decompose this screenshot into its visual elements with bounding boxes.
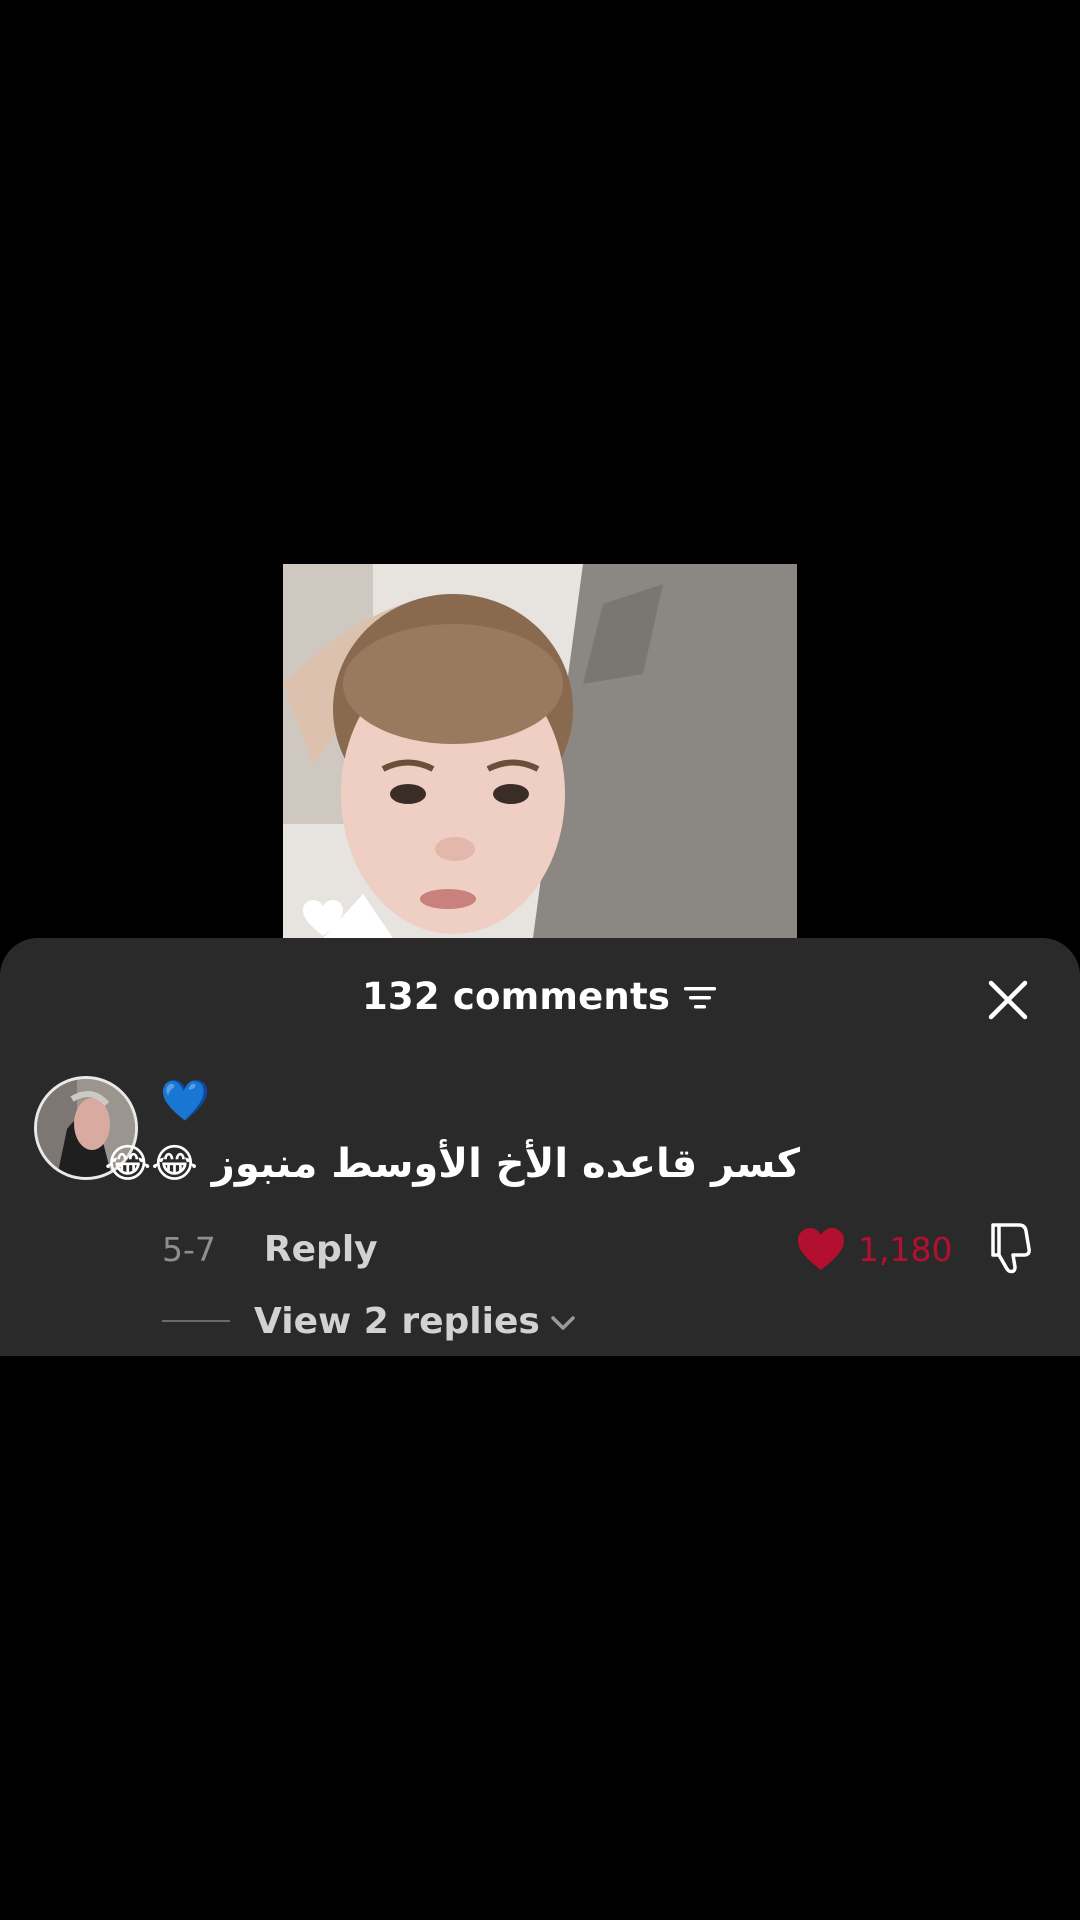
heart-outline-icon[interactable] — [301, 898, 345, 938]
comment-meta: 5-7 Reply — [162, 1224, 378, 1274]
sort-icon[interactable] — [682, 983, 718, 1013]
comment-text: كسر قاعده الأخ الأوسط منبوز 😂😂 — [104, 1141, 800, 1187]
chevron-down-icon — [551, 1316, 575, 1330]
heart-filled-icon[interactable] — [796, 1226, 846, 1272]
comment-emoji: 💙 — [160, 1078, 210, 1124]
view-replies-button[interactable]: View 2 replies — [162, 1296, 576, 1346]
thumbs-down-icon[interactable] — [985, 1221, 1035, 1275]
like-button[interactable]: 1,180 — [796, 1221, 952, 1277]
reply-button[interactable]: Reply — [264, 1229, 378, 1270]
close-icon[interactable] — [986, 978, 1030, 1022]
video-preview[interactable] — [283, 564, 797, 938]
view-replies-label: View 2 replies — [254, 1300, 540, 1342]
replies-divider — [162, 1320, 230, 1322]
comments-sheet: 132 comments 💙 كسر قاعده الأخ الأوسط منب… — [0, 938, 1080, 1356]
like-count: 1,180 — [858, 1229, 953, 1269]
comments-header: 132 comments — [0, 966, 1080, 1026]
comments-count-title: 132 comments — [361, 974, 671, 1018]
video-frame-image — [283, 564, 797, 938]
comment-date: 5-7 — [162, 1229, 216, 1269]
